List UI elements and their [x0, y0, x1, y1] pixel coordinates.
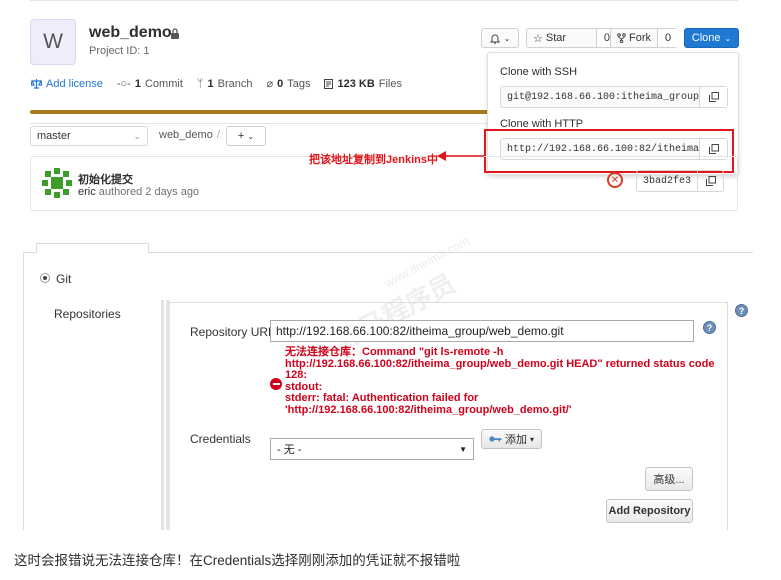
repository-url-input[interactable]: http://192.168.66.100:82/itheima_group/w…: [270, 320, 694, 342]
add-file-button[interactable]: + ⌄: [226, 126, 266, 146]
commit-title[interactable]: 初始化提交: [78, 171, 133, 187]
copy-sha-button[interactable]: [697, 171, 723, 191]
chevron-down-icon: ⌄: [503, 33, 511, 43]
error-line: 无法连接仓库：Command "git ls-remote -h: [285, 346, 504, 358]
annotation-text: 把该地址复制到Jenkins中: [309, 154, 438, 166]
add-license-link[interactable]: Add license: [31, 78, 103, 90]
files-link[interactable]: 123 KB Files: [324, 78, 402, 90]
breadcrumb: web_demo /: [159, 129, 224, 141]
chevron-down-icon: ⌄: [724, 33, 732, 43]
caption-text: 这时会报错说无法连接仓库！在Credentials选择刚刚添加的凭证就不报错啦: [14, 553, 461, 568]
project-avatar[interactable]: W: [30, 19, 76, 65]
credentials-value: - 无 -: [277, 444, 302, 456]
jenkins-tab-edge: [36, 243, 149, 253]
lock-icon: [171, 28, 179, 39]
git-option-label[interactable]: Git: [56, 272, 71, 286]
top-divider: [30, 0, 738, 1]
commit-author[interactable]: eric: [78, 186, 96, 198]
commits-label: Commit: [144, 77, 183, 90]
commits-count: 1: [134, 77, 141, 90]
connection-error-message: 无法连接仓库：Command "git ls-remote -h http://…: [285, 346, 715, 417]
credentials-label: Credentials: [190, 432, 251, 446]
tags-label: Tags: [287, 77, 311, 90]
copy-icon: [705, 176, 716, 186]
commits-link[interactable]: -○- 1 Commit: [117, 78, 183, 90]
chevron-down-icon: ⌄: [247, 131, 255, 141]
commit-sha-box[interactable]: 3bad2fe3: [636, 170, 724, 192]
file-icon: [324, 78, 334, 89]
error-line: 128:: [285, 369, 308, 382]
clone-label: Clone: [691, 32, 721, 44]
commit-meta: eric authored 2 days ago: [78, 186, 199, 198]
clone-ssh-label: Clone with SSH: [500, 66, 578, 78]
notification-button[interactable]: ⌄: [481, 28, 519, 48]
dropdown-arrow-icon: ▾: [529, 434, 534, 444]
advanced-button[interactable]: 高级...: [645, 467, 693, 491]
pipeline-failed-icon[interactable]: ✕: [607, 172, 623, 188]
dropdown-arrow-icon: ▼: [459, 444, 467, 454]
arrow-left-icon: [437, 151, 484, 161]
git-radio[interactable]: [40, 273, 50, 283]
star-icon: ☆: [533, 32, 543, 45]
commit-time: authored 2 days ago: [95, 186, 200, 198]
star-label: Star: [545, 32, 567, 44]
files-label: Files: [378, 77, 402, 90]
repository-url-label: Repository URL: [190, 325, 275, 339]
project-id: Project ID: 1: [89, 45, 150, 57]
tags-link[interactable]: ⌀ 0 Tags: [266, 77, 311, 91]
help-icon[interactable]: ?: [703, 321, 716, 334]
clone-ssh-url[interactable]: git@192.168.66.100:itheima_group/web_dem…: [501, 87, 699, 107]
branch-icon: ᛘ: [196, 77, 204, 90]
branch-selector[interactable]: master ⌄: [30, 126, 148, 146]
breadcrumb-project[interactable]: web_demo: [159, 129, 213, 141]
chevron-down-icon: ⌄: [133, 130, 141, 141]
scale-icon: [31, 78, 42, 89]
fork-icon: [617, 33, 626, 43]
add-license-label: Add license: [46, 77, 103, 90]
clone-ssh-field[interactable]: git@192.168.66.100:itheima_group/web_dem…: [500, 86, 728, 108]
error-icon: [270, 378, 282, 390]
copy-ssh-button[interactable]: [699, 87, 727, 107]
add-credentials-button[interactable]: 添加 ▾: [481, 429, 542, 449]
star-button[interactable]: ☆ Star 0: [526, 28, 618, 48]
commit-icon: -○-: [116, 77, 131, 90]
project-title[interactable]: web_demo: [89, 24, 172, 42]
commit-sha[interactable]: 3bad2fe3: [637, 171, 697, 191]
fork-count[interactable]: 0: [657, 29, 679, 47]
repositories-label: Repositories: [54, 307, 121, 321]
branches-label: Branch: [217, 77, 253, 90]
add-repository-button[interactable]: Add Repository: [606, 499, 693, 523]
files-size: 123 KB: [337, 77, 375, 90]
fork-button[interactable]: Fork 0: [610, 28, 679, 48]
branches-count: 1: [207, 77, 214, 90]
author-avatar[interactable]: [42, 168, 72, 198]
credentials-select[interactable]: - 无 - ▼: [270, 438, 474, 460]
key-icon: [489, 436, 502, 442]
breadcrumb-separator: /: [216, 129, 220, 141]
copy-icon: [708, 92, 719, 102]
error-line: http://192.168.66.100:82/itheima_group/w…: [285, 357, 715, 370]
bell-icon: [489, 34, 500, 44]
help-icon[interactable]: ?: [735, 304, 748, 317]
plus-icon: +: [237, 130, 245, 142]
project-stats: Add license -○- 1 Commit ᛘ 1 Branch ⌀ 0 …: [31, 77, 402, 90]
branches-link[interactable]: ᛘ 1 Branch: [197, 78, 253, 90]
fork-label: Fork: [629, 32, 651, 44]
tag-icon: ⌀: [266, 78, 274, 90]
clone-button[interactable]: Clone ⌄: [684, 28, 739, 48]
section-bar: [161, 300, 164, 530]
add-credentials-label: 添加: [504, 434, 527, 446]
tags-count: 0: [277, 77, 284, 90]
branch-name: master: [37, 130, 71, 142]
error-line: 'http://192.168.66.100:82/itheima_group/…: [285, 403, 572, 416]
